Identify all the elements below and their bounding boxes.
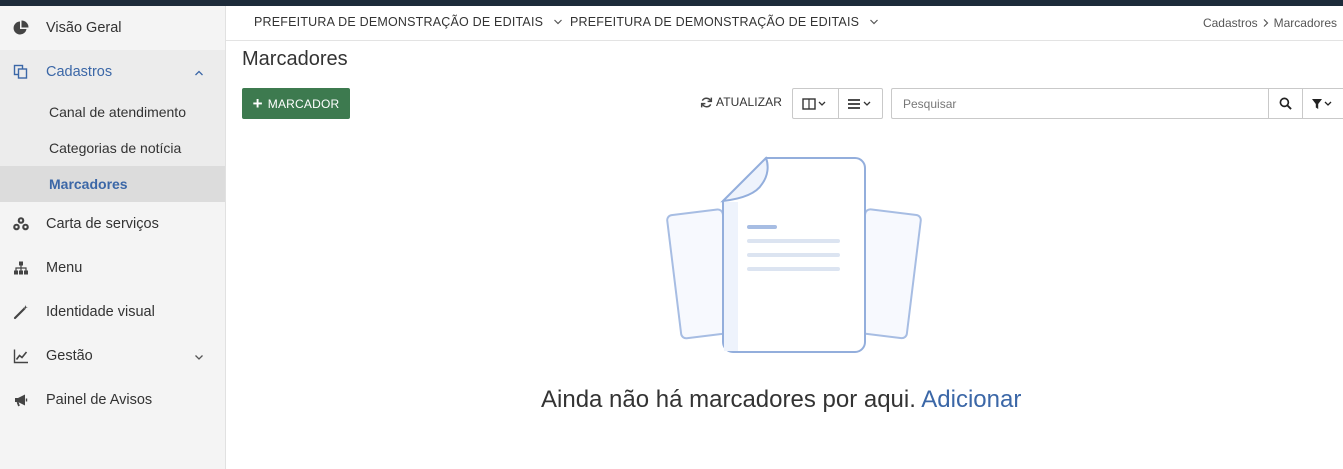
sidebar-item-menu[interactable]: Menu	[0, 246, 225, 290]
sidebar-item-label: Painel de Avisos	[46, 392, 153, 408]
list-view-button[interactable]	[837, 89, 883, 118]
list-icon	[848, 98, 871, 109]
sidebar-item-label: Carta de serviços	[46, 216, 159, 232]
sidebar-item-label: Gestão	[46, 348, 93, 364]
chevron-down-icon	[870, 19, 879, 25]
filter-button[interactable]	[1302, 89, 1343, 118]
filter-icon	[1312, 98, 1332, 109]
page-title: Marcadores	[242, 48, 348, 70]
search-button[interactable]	[1268, 89, 1302, 118]
sidebar-subitem-label: Canal de atendimento	[49, 104, 186, 120]
org-selector-2[interactable]: PREFEITURA DE DEMONSTRAÇÃO DE EDITAIS	[570, 15, 879, 29]
add-link[interactable]: Adicionar	[921, 386, 1021, 413]
add-marcador-button[interactable]: + MARCADOR	[242, 88, 350, 119]
sidebar-item-label: Visão Geral	[46, 20, 122, 36]
org-selector-1[interactable]: PREFEITURA DE DEMONSTRAÇÃO DE EDITAIS	[254, 15, 563, 29]
pie-chart-icon	[12, 19, 30, 37]
org-selector-label: PREFEITURA DE DEMONSTRAÇÃO DE EDITAIS	[570, 15, 860, 29]
top-header: PREFEITURA DE DEMONSTRAÇÃO DE EDITAIS PR…	[226, 6, 1343, 41]
chevron-right-icon	[1262, 18, 1270, 28]
sidebar-item-cadastros[interactable]: Cadastros	[0, 50, 225, 94]
refresh-icon	[700, 97, 713, 107]
sidebar-item-painel-de-avisos[interactable]: Painel de Avisos	[0, 378, 225, 422]
refresh-label: ATUALIZAR	[716, 95, 783, 109]
add-button-label: MARCADOR	[267, 96, 340, 111]
chevron-up-icon	[193, 66, 205, 78]
plus-icon: +	[252, 94, 263, 113]
org-selector-label: PREFEITURA DE DEMONSTRAÇÃO DE EDITAIS	[254, 15, 544, 29]
sidebar-item-label: Cadastros	[46, 64, 113, 80]
view-options-group	[792, 88, 883, 119]
sidebar-subitem-marcadores[interactable]: Marcadores	[0, 166, 225, 202]
sidebar-item-gestao[interactable]: Gestão	[0, 334, 225, 378]
sidebar: Visão Geral Cadastros Canal de atendimen…	[0, 6, 226, 469]
sidebar-subitem-categorias-de-noticia[interactable]: Categorias de notícia	[0, 130, 225, 166]
empty-documents-illustration	[666, 156, 922, 353]
empty-state-message: Ainda não há marcadores por aqui. Adicio…	[541, 386, 1021, 414]
sidebar-subitem-label: Categorias de notícia	[49, 140, 182, 156]
columns-icon	[802, 97, 826, 110]
empty-state-text: Ainda não há marcadores por aqui.	[541, 386, 916, 413]
sidebar-item-identidade-visual[interactable]: Identidade visual	[0, 290, 225, 334]
sidebar-item-label: Menu	[46, 260, 83, 276]
sidebar-item-visao-geral[interactable]: Visão Geral	[0, 6, 225, 50]
cubes-icon	[12, 215, 30, 233]
bullhorn-icon	[12, 391, 30, 409]
sitemap-icon	[12, 259, 30, 277]
sidebar-subitem-canal-de-atendimento[interactable]: Canal de atendimento	[0, 94, 225, 130]
magic-wand-icon	[12, 303, 30, 321]
breadcrumb-item-cadastros[interactable]: Cadastros	[1203, 16, 1258, 30]
search-input[interactable]	[892, 89, 1269, 118]
chevron-down-icon	[193, 350, 205, 362]
line-chart-icon	[12, 347, 30, 365]
chevron-down-icon	[554, 19, 563, 25]
search-icon	[1279, 97, 1292, 110]
breadcrumb-item-marcadores: Marcadores	[1273, 16, 1337, 30]
sidebar-item-label: Identidade visual	[46, 304, 155, 320]
refresh-button[interactable]: ATUALIZAR	[700, 95, 782, 109]
columns-toggle-button[interactable]	[793, 89, 838, 118]
copy-icon	[12, 63, 30, 81]
breadcrumb: Cadastros Marcadores	[1203, 16, 1337, 30]
sidebar-subitem-label: Marcadores	[49, 176, 128, 192]
sidebar-item-carta-de-servicos[interactable]: Carta de serviços	[0, 202, 225, 246]
search-bar	[891, 88, 1343, 119]
